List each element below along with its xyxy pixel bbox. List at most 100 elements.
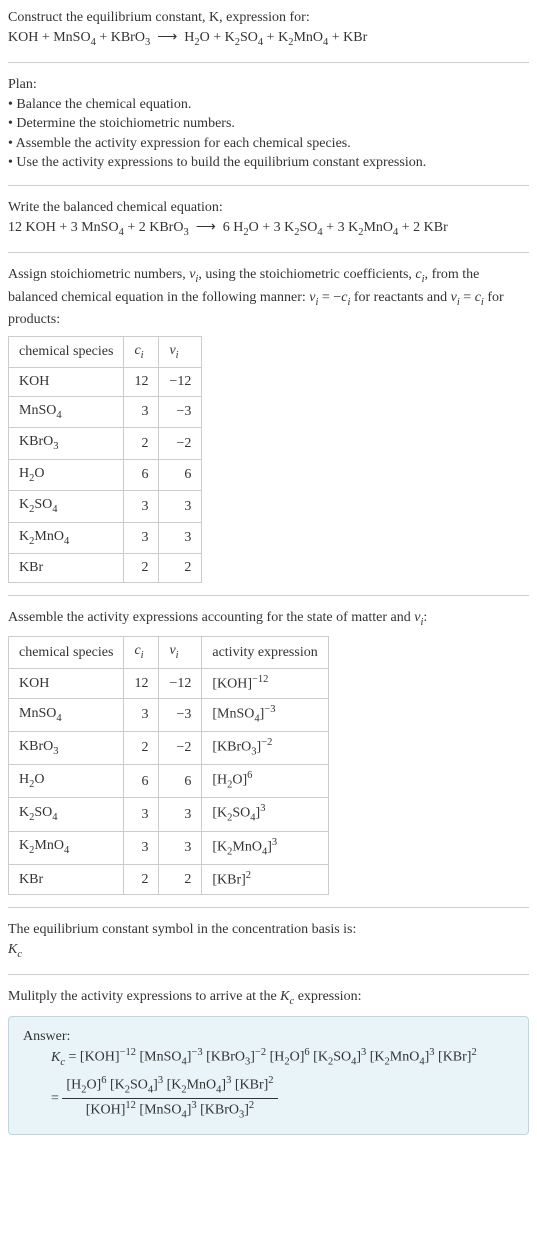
table-row: KOH 12 −12 [KOH]−12 bbox=[9, 668, 329, 698]
assign-text: Assign stoichiometric numbers, νi, using… bbox=[8, 265, 529, 330]
symbol-line1: The equilibrium constant symbol in the c… bbox=[8, 920, 529, 940]
symbol-kc: Kc bbox=[8, 940, 529, 962]
divider bbox=[8, 595, 529, 596]
balanced-equation: 12 KOH + 3 MnSO4 + 2 KBrO3 ⟶ 6 H2O + 3 K… bbox=[8, 218, 529, 240]
cell-v: −2 bbox=[159, 732, 202, 765]
table-row: K2SO4 3 3 [K2SO4]3 bbox=[9, 798, 329, 831]
table-row: H2O 6 6 [H2O]6 bbox=[9, 765, 329, 798]
divider bbox=[8, 252, 529, 253]
multiply-text: Mulitply the activity expressions to arr… bbox=[8, 987, 529, 1009]
cell-species: MnSO4 bbox=[9, 396, 124, 427]
divider bbox=[8, 62, 529, 63]
cell-c: 3 bbox=[124, 396, 159, 427]
table-header-row: chemical species ci νi activity expressi… bbox=[9, 637, 329, 668]
cell-c: 3 bbox=[124, 699, 159, 732]
cell-expr: [KOH]−12 bbox=[202, 668, 328, 698]
cell-species: K2SO4 bbox=[9, 798, 124, 831]
table-row: MnSO4 3 −3 [MnSO4]−3 bbox=[9, 699, 329, 732]
answer-eq2: = [H2O]6 [K2SO4]3 [K2MnO4]3 [KBr]2 [KOH]… bbox=[23, 1074, 514, 1123]
cell-v: 2 bbox=[159, 864, 202, 894]
plan-title: Plan: bbox=[8, 75, 529, 95]
cell-c: 3 bbox=[124, 522, 159, 553]
cell-species: H2O bbox=[9, 765, 124, 798]
cell-c: 6 bbox=[124, 459, 159, 490]
table-row: KBr 2 2 [KBr]2 bbox=[9, 864, 329, 894]
col-c: ci bbox=[124, 637, 159, 668]
cell-expr: [MnSO4]−3 bbox=[202, 699, 328, 732]
plan-item: • Use the activity expressions to build … bbox=[8, 153, 529, 173]
cell-c: 2 bbox=[124, 428, 159, 459]
assign-section: Assign stoichiometric numbers, νi, using… bbox=[8, 265, 529, 583]
intro-section: Construct the equilibrium constant, K, e… bbox=[8, 8, 529, 50]
cell-c: 12 bbox=[124, 668, 159, 698]
table-row: K2MnO4 3 3 [K2MnO4]3 bbox=[9, 831, 329, 864]
cell-expr: [KBr]2 bbox=[202, 864, 328, 894]
answer-eq1: Kc = [KOH]−12 [MnSO4]−3 [KBrO3]−2 [H2O]6… bbox=[23, 1046, 514, 1070]
cell-species: KBrO3 bbox=[9, 428, 124, 459]
cell-expr: [K2SO4]3 bbox=[202, 798, 328, 831]
plan-item: • Determine the stoichiometric numbers. bbox=[8, 114, 529, 134]
cell-expr: [K2MnO4]3 bbox=[202, 831, 328, 864]
cell-c: 2 bbox=[124, 864, 159, 894]
cell-c: 3 bbox=[124, 491, 159, 522]
cell-species: K2SO4 bbox=[9, 491, 124, 522]
cell-expr: [H2O]6 bbox=[202, 765, 328, 798]
divider bbox=[8, 185, 529, 186]
activity-table: chemical species ci νi activity expressi… bbox=[8, 636, 329, 895]
cell-v: 2 bbox=[159, 554, 202, 583]
cell-v: 6 bbox=[159, 765, 202, 798]
cell-species: KOH bbox=[9, 668, 124, 698]
table-row: K2SO4 3 3 bbox=[9, 491, 202, 522]
answer-box: Answer: Kc = [KOH]−12 [MnSO4]−3 [KBrO3]−… bbox=[8, 1016, 529, 1135]
col-c: ci bbox=[124, 336, 159, 367]
col-species: chemical species bbox=[9, 336, 124, 367]
cell-v: 6 bbox=[159, 459, 202, 490]
divider bbox=[8, 974, 529, 975]
assemble-section: Assemble the activity expressions accoun… bbox=[8, 608, 529, 895]
cell-species: KBr bbox=[9, 554, 124, 583]
table-row: KBrO3 2 −2 [KBrO3]−2 bbox=[9, 732, 329, 765]
stoich-table: chemical species ci νi KOH 12 −12 MnSO4 … bbox=[8, 336, 202, 583]
cell-c: 3 bbox=[124, 798, 159, 831]
cell-species: KBr bbox=[9, 864, 124, 894]
col-expr: activity expression bbox=[202, 637, 328, 668]
plan-item: • Assemble the activity expression for e… bbox=[8, 134, 529, 154]
cell-species: H2O bbox=[9, 459, 124, 490]
col-v: νi bbox=[159, 336, 202, 367]
intro-equation: KOH + MnSO4 + KBrO3 ⟶ H2O + K2SO4 + K2Mn… bbox=[8, 28, 529, 50]
plan-item: • Balance the chemical equation. bbox=[8, 95, 529, 115]
symbol-section: The equilibrium constant symbol in the c… bbox=[8, 920, 529, 962]
col-v: νi bbox=[159, 637, 202, 668]
cell-v: −12 bbox=[159, 668, 202, 698]
cell-v: −3 bbox=[159, 396, 202, 427]
cell-v: 3 bbox=[159, 491, 202, 522]
cell-c: 12 bbox=[124, 368, 159, 397]
cell-v: −3 bbox=[159, 699, 202, 732]
table-row: H2O 6 6 bbox=[9, 459, 202, 490]
cell-c: 3 bbox=[124, 831, 159, 864]
answer-label: Answer: bbox=[23, 1027, 514, 1047]
table-row: KBrO3 2 −2 bbox=[9, 428, 202, 459]
divider bbox=[8, 907, 529, 908]
cell-v: 3 bbox=[159, 798, 202, 831]
cell-species: KBrO3 bbox=[9, 732, 124, 765]
table-row: KOH 12 −12 bbox=[9, 368, 202, 397]
cell-v: 3 bbox=[159, 831, 202, 864]
balanced-title: Write the balanced chemical equation: bbox=[8, 198, 529, 218]
intro-text: Construct the equilibrium constant, K, e… bbox=[8, 8, 529, 28]
cell-v: −12 bbox=[159, 368, 202, 397]
cell-expr: [KBrO3]−2 bbox=[202, 732, 328, 765]
table-row: MnSO4 3 −3 bbox=[9, 396, 202, 427]
assemble-text: Assemble the activity expressions accoun… bbox=[8, 608, 529, 630]
table-row: KBr 2 2 bbox=[9, 554, 202, 583]
plan-section: Plan: • Balance the chemical equation. •… bbox=[8, 75, 529, 173]
cell-c: 2 bbox=[124, 554, 159, 583]
cell-species: MnSO4 bbox=[9, 699, 124, 732]
cell-v: 3 bbox=[159, 522, 202, 553]
cell-species: K2MnO4 bbox=[9, 522, 124, 553]
cell-c: 2 bbox=[124, 732, 159, 765]
cell-v: −2 bbox=[159, 428, 202, 459]
cell-species: KOH bbox=[9, 368, 124, 397]
intro-line1: Construct the equilibrium constant, K, e… bbox=[8, 10, 310, 25]
multiply-section: Mulitply the activity expressions to arr… bbox=[8, 987, 529, 1009]
